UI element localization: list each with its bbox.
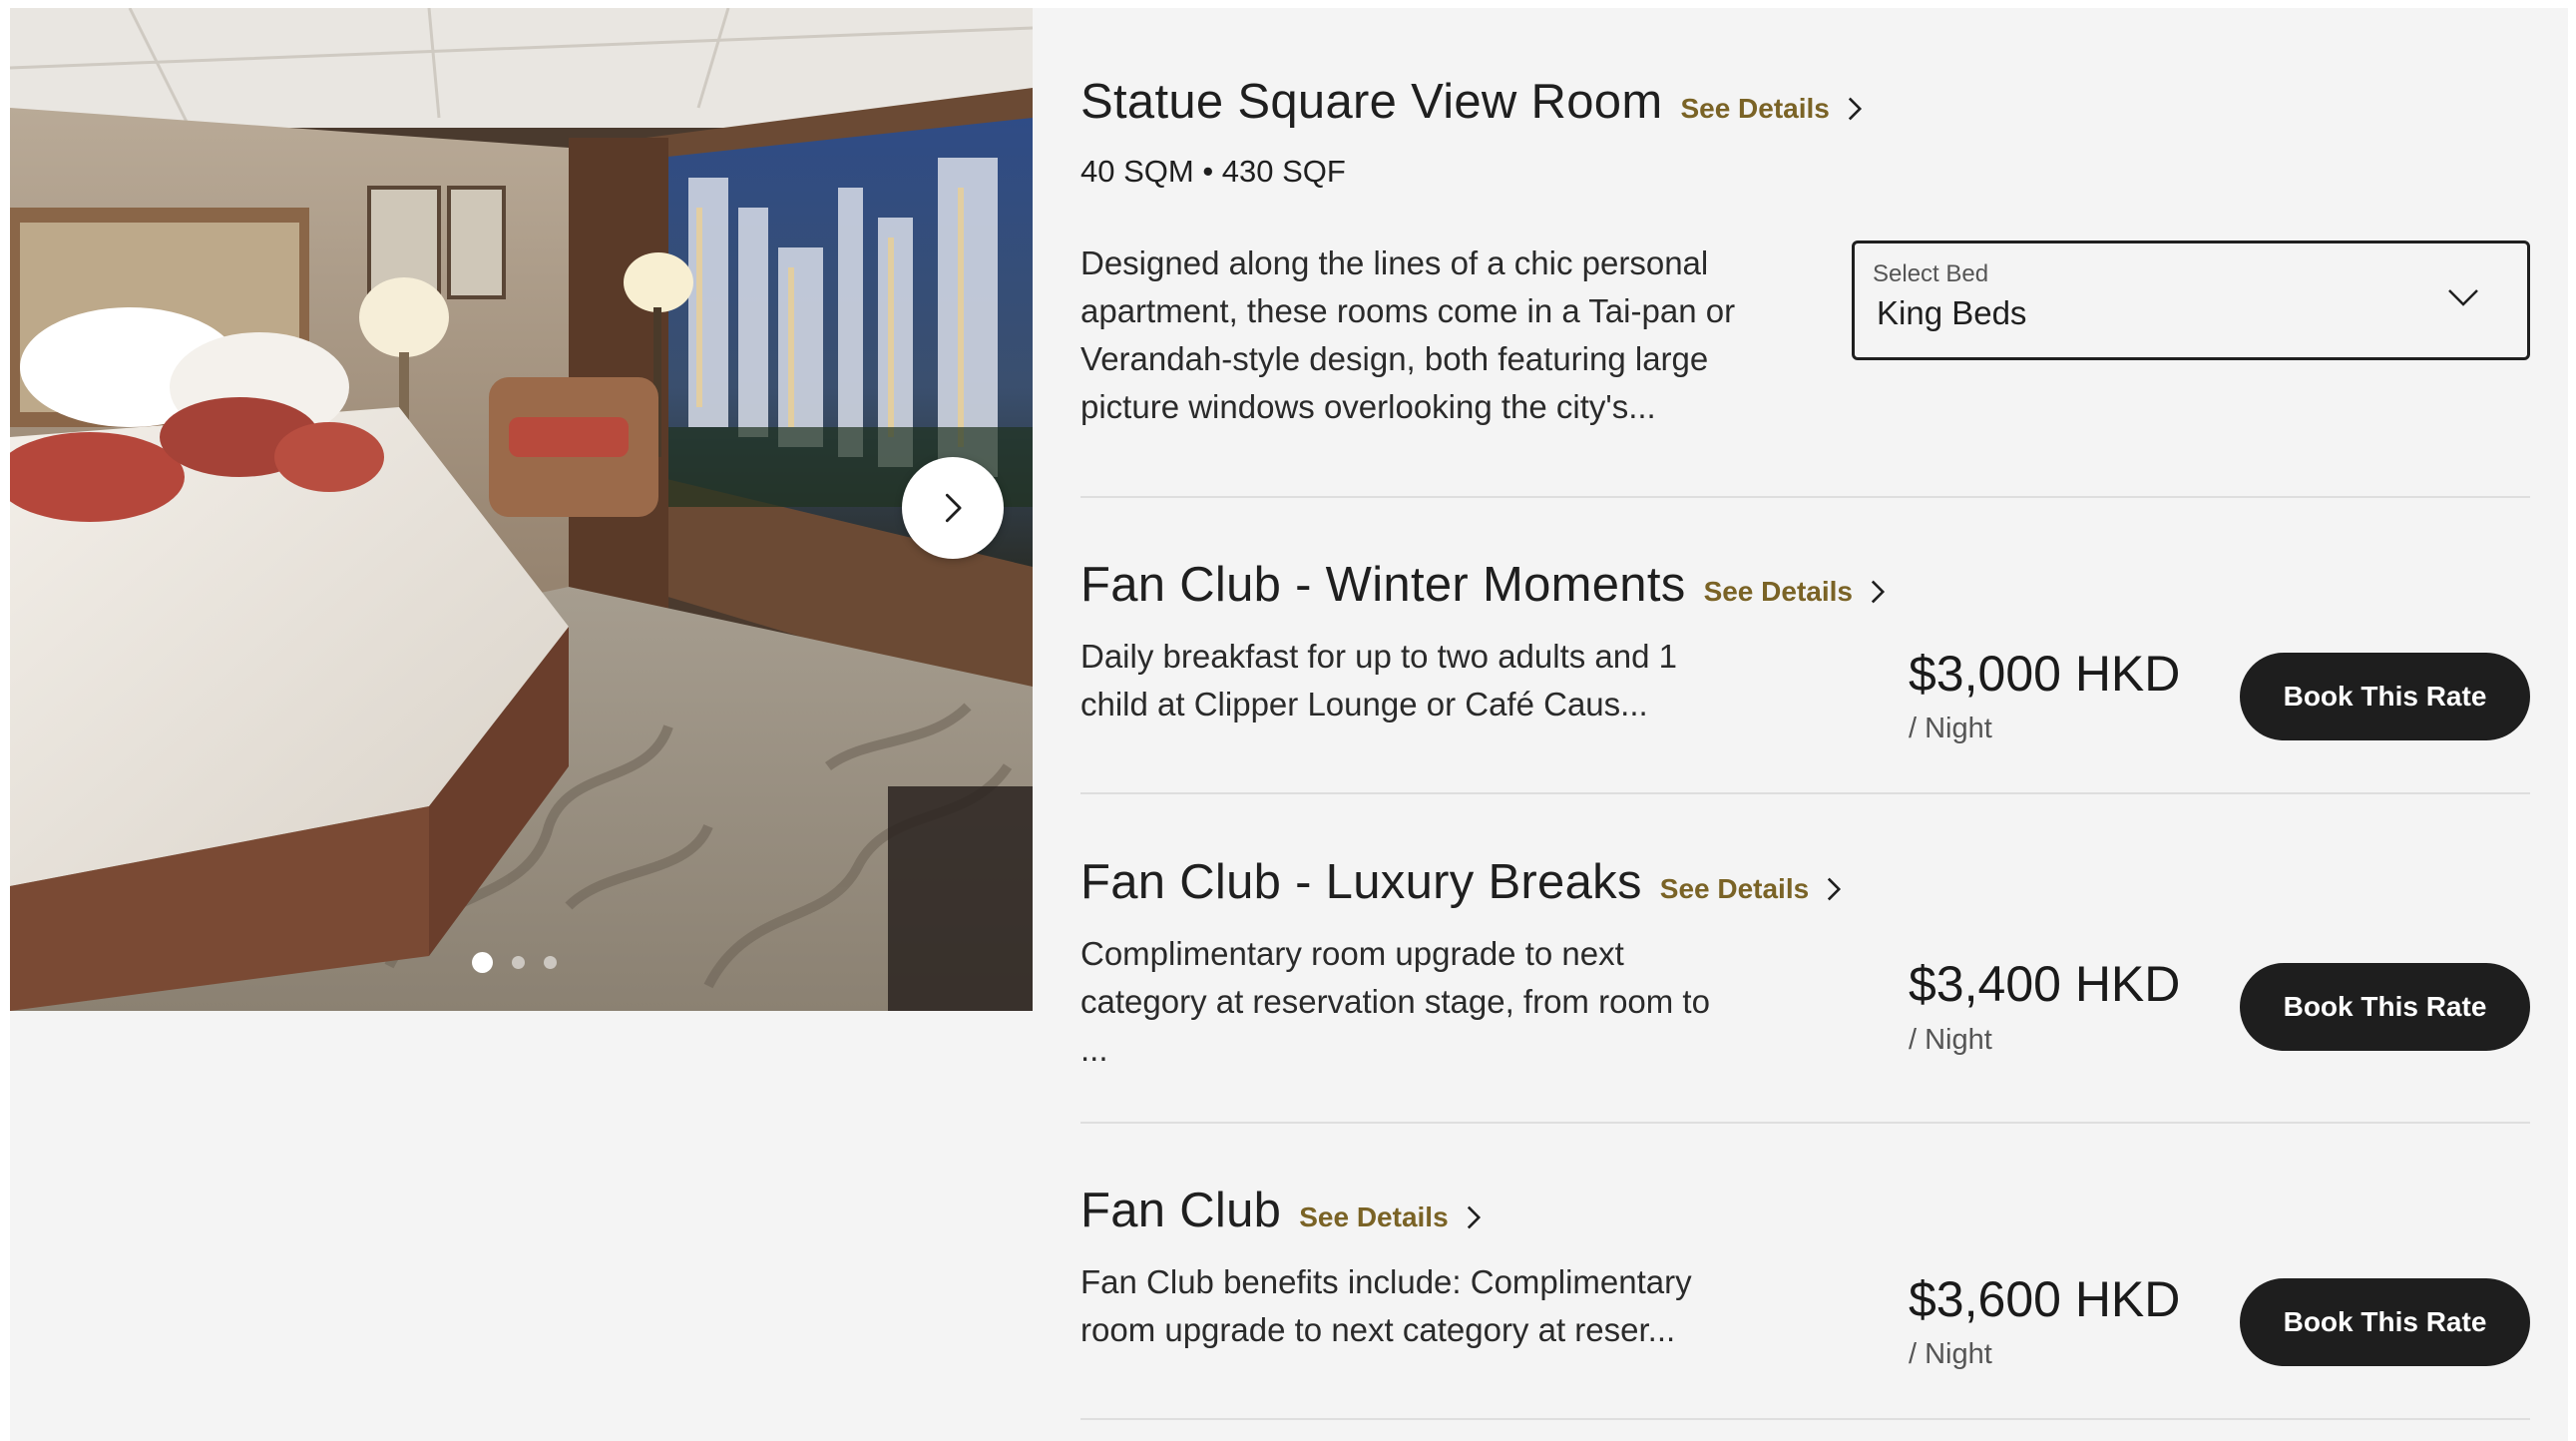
room-title: Statue Square View Room — [1080, 75, 1663, 129]
divider — [1080, 1122, 2530, 1124]
carousel-dot[interactable] — [472, 952, 493, 973]
carousel-dot[interactable] — [544, 956, 557, 969]
rate-see-details-link[interactable]: See Details — [1660, 873, 1843, 905]
rate-price: $3,600 HKD — [1909, 1271, 2181, 1327]
rate-title-row: Fan Club See Details — [1080, 1183, 1483, 1238]
bed-select-value: King Beds — [1877, 294, 2027, 331]
rate-price: $3,000 HKD — [1909, 646, 2181, 702]
room-photo — [10, 8, 1033, 1011]
rate-per-night: / Night — [1909, 1024, 1992, 1056]
carousel-pagination — [472, 952, 557, 973]
rate-title: Fan Club — [1080, 1184, 1282, 1237]
rate-description: Daily breakfast for up to two adults and… — [1080, 638, 1677, 722]
chevron-right-icon — [1871, 580, 1886, 604]
room-see-details-link[interactable]: See Details — [1680, 93, 1863, 125]
room-card: Statue Square View Room See Details 40 S… — [10, 8, 2568, 1441]
divider — [1080, 496, 2530, 498]
rate-title: Fan Club - Luxury Breaks — [1080, 855, 1642, 909]
carousel-next-button[interactable] — [902, 457, 1004, 559]
chevron-right-icon — [1848, 97, 1862, 121]
rate-title: Fan Club - Winter Moments — [1080, 558, 1686, 612]
chevron-right-icon — [1828, 877, 1842, 901]
room-photo-carousel[interactable] — [10, 8, 1033, 1011]
carousel-dot[interactable] — [512, 956, 525, 969]
divider — [1080, 792, 2530, 794]
see-details-label: See Details — [1680, 93, 1830, 124]
rate-title-row: Fan Club - Luxury Breaks See Details — [1080, 854, 1843, 910]
room-title-row: Statue Square View Room See Details — [1080, 74, 1864, 130]
divider — [1080, 1418, 2530, 1420]
chevron-down-icon — [2448, 289, 2478, 306]
chevron-right-icon — [1467, 1205, 1481, 1229]
rate-see-details-link[interactable]: See Details — [1299, 1201, 1482, 1233]
rate-per-night: / Night — [1909, 1338, 1992, 1370]
see-details-label: See Details — [1703, 576, 1853, 607]
rate-see-details-link[interactable]: See Details — [1704, 576, 1887, 608]
see-details-label: See Details — [1659, 873, 1810, 904]
rate-description: Fan Club benefits include: Complimentary… — [1080, 1263, 1692, 1348]
book-this-rate-button[interactable]: Book This Rate — [2240, 1278, 2530, 1366]
book-this-rate-button[interactable]: Book This Rate — [2240, 653, 2530, 740]
bed-select-dropdown[interactable]: Select Bed King Beds — [1852, 240, 2530, 360]
rate-price: $3,400 HKD — [1909, 956, 2181, 1012]
rate-description: Complimentary room upgrade to next categ… — [1080, 935, 1710, 1068]
bed-select-label: Select Bed — [1873, 260, 1989, 287]
rate-title-row: Fan Club - Winter Moments See Details — [1080, 557, 1887, 613]
room-description: Designed along the lines of a chic perso… — [1080, 244, 1736, 425]
rate-per-night: / Night — [1909, 713, 1992, 744]
chevron-right-icon — [945, 493, 962, 523]
room-size: 40 SQM • 430 SQF — [1080, 154, 1346, 189]
book-this-rate-button[interactable]: Book This Rate — [2240, 963, 2530, 1051]
see-details-label: See Details — [1299, 1201, 1449, 1232]
